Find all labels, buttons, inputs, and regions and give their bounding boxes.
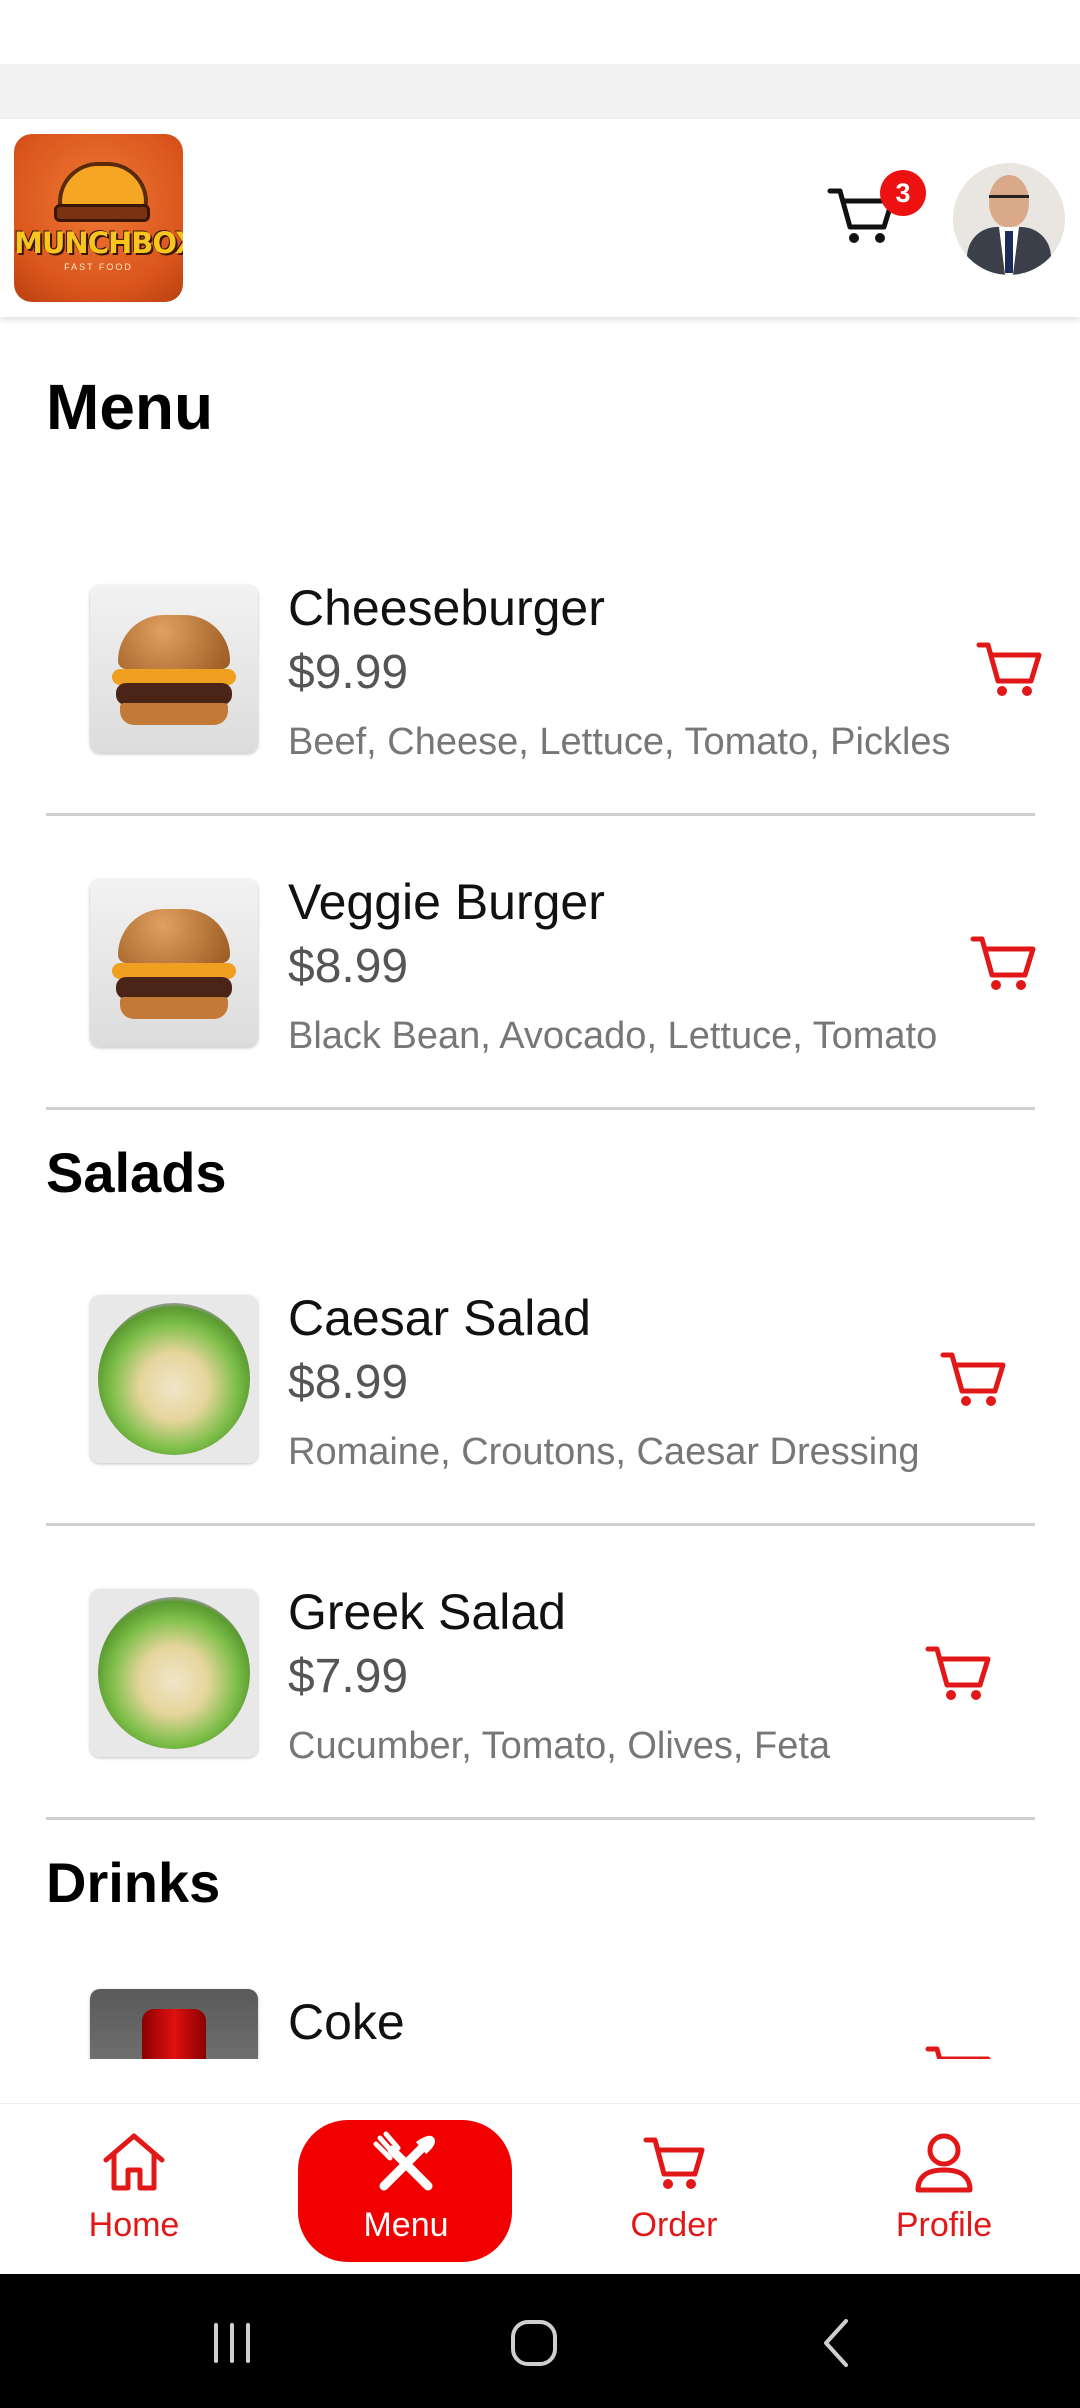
- item-name: Cheeseburger: [288, 580, 605, 636]
- page-title: Menu: [46, 371, 214, 443]
- item-name: Coke: [288, 1994, 405, 2050]
- section-title-drinks: Drinks: [46, 1851, 221, 1914]
- add-to-cart-icon[interactable]: [939, 1347, 1007, 1409]
- item-image: [90, 1589, 258, 1757]
- status-bar: [0, 0, 1080, 64]
- nav-item-menu[interactable]: Menu: [296, 2104, 516, 2274]
- item-description: Beef, Cheese, Lettuce, Tomato, Pickles: [288, 721, 951, 763]
- cart-icon: [643, 2137, 705, 2189]
- logo-tagline: FAST FOOD: [64, 262, 133, 272]
- nav-label: Order: [630, 2206, 718, 2244]
- item-divider: [46, 1817, 1035, 1820]
- menu-scroll-area[interactable]: Menu Cheeseburger $9.99 Beef, Cheese, Le…: [0, 317, 1080, 2059]
- munchbox-logo[interactable]: MUNCHBOX FAST FOOD: [14, 134, 183, 302]
- recent-apps-icon[interactable]: [202, 2313, 262, 2373]
- item-description: Romaine, Croutons, Caesar Dressing: [288, 1431, 920, 1473]
- item-divider: [46, 1523, 1035, 1526]
- nav-label: Home: [88, 2206, 180, 2244]
- nav-item-order[interactable]: Order: [564, 2104, 784, 2274]
- nav-label: Profile: [895, 2206, 993, 2244]
- menu-item-cheeseburger[interactable]: Cheeseburger $9.99 Beef, Cheese, Lettuce…: [46, 563, 1042, 813]
- bottom-navigation: Home Menu Order Profile: [0, 2103, 1080, 2274]
- item-image: [90, 879, 258, 1047]
- home-icon: [103, 2133, 165, 2191]
- user-avatar[interactable]: [953, 163, 1065, 275]
- item-name: Veggie Burger: [288, 874, 605, 930]
- item-price: $8.99: [288, 1356, 409, 1409]
- utensils-icon: [373, 2131, 435, 2191]
- cart-count-badge: 3: [880, 170, 926, 216]
- item-image: [90, 585, 258, 753]
- item-image: [90, 1989, 258, 2059]
- app-header: MUNCHBOX FAST FOOD: [0, 119, 1080, 317]
- item-divider: [46, 813, 1035, 816]
- menu-item-veggie-burger[interactable]: Veggie Burger $8.99 Black Bean, Avocado,…: [46, 857, 1037, 1107]
- item-name: Caesar Salad: [288, 1290, 591, 1346]
- item-divider: [46, 1107, 1035, 1110]
- item-price: $8.99: [288, 940, 409, 993]
- nav-label: Menu: [363, 2206, 449, 2244]
- menu-item-coke[interactable]: Coke: [46, 1967, 1035, 2059]
- add-to-cart-icon[interactable]: [969, 931, 1037, 993]
- logo-wordmark: MUNCHBOX: [14, 226, 183, 260]
- top-strip: [0, 64, 1080, 119]
- add-to-cart-icon[interactable]: [975, 637, 1043, 699]
- section-title-salads: Salads: [46, 1141, 227, 1204]
- item-price: $9.99: [288, 646, 409, 699]
- nav-item-home[interactable]: Home: [24, 2104, 244, 2274]
- add-to-cart-icon[interactable]: [924, 2041, 992, 2059]
- item-name: Greek Salad: [288, 1584, 566, 1640]
- home-button-icon[interactable]: [504, 2313, 564, 2373]
- back-icon[interactable]: [808, 2313, 868, 2373]
- item-description: Black Bean, Avocado, Lettuce, Tomato: [288, 1015, 938, 1057]
- item-price: $7.99: [288, 1650, 409, 1703]
- add-to-cart-icon[interactable]: [924, 1641, 992, 1703]
- menu-item-greek-salad[interactable]: Greek Salad $7.99 Cucumber, Tomato, Oliv…: [46, 1567, 1035, 1817]
- person-icon: [915, 2133, 973, 2193]
- menu-item-caesar-salad[interactable]: Caesar Salad $8.99 Romaine, Croutons, Ca…: [46, 1273, 1035, 1523]
- system-navigation-bar: [0, 2273, 1080, 2408]
- item-image: [90, 1295, 258, 1463]
- nav-item-profile[interactable]: Profile: [834, 2104, 1054, 2274]
- item-description: Cucumber, Tomato, Olives, Feta: [288, 1725, 831, 1767]
